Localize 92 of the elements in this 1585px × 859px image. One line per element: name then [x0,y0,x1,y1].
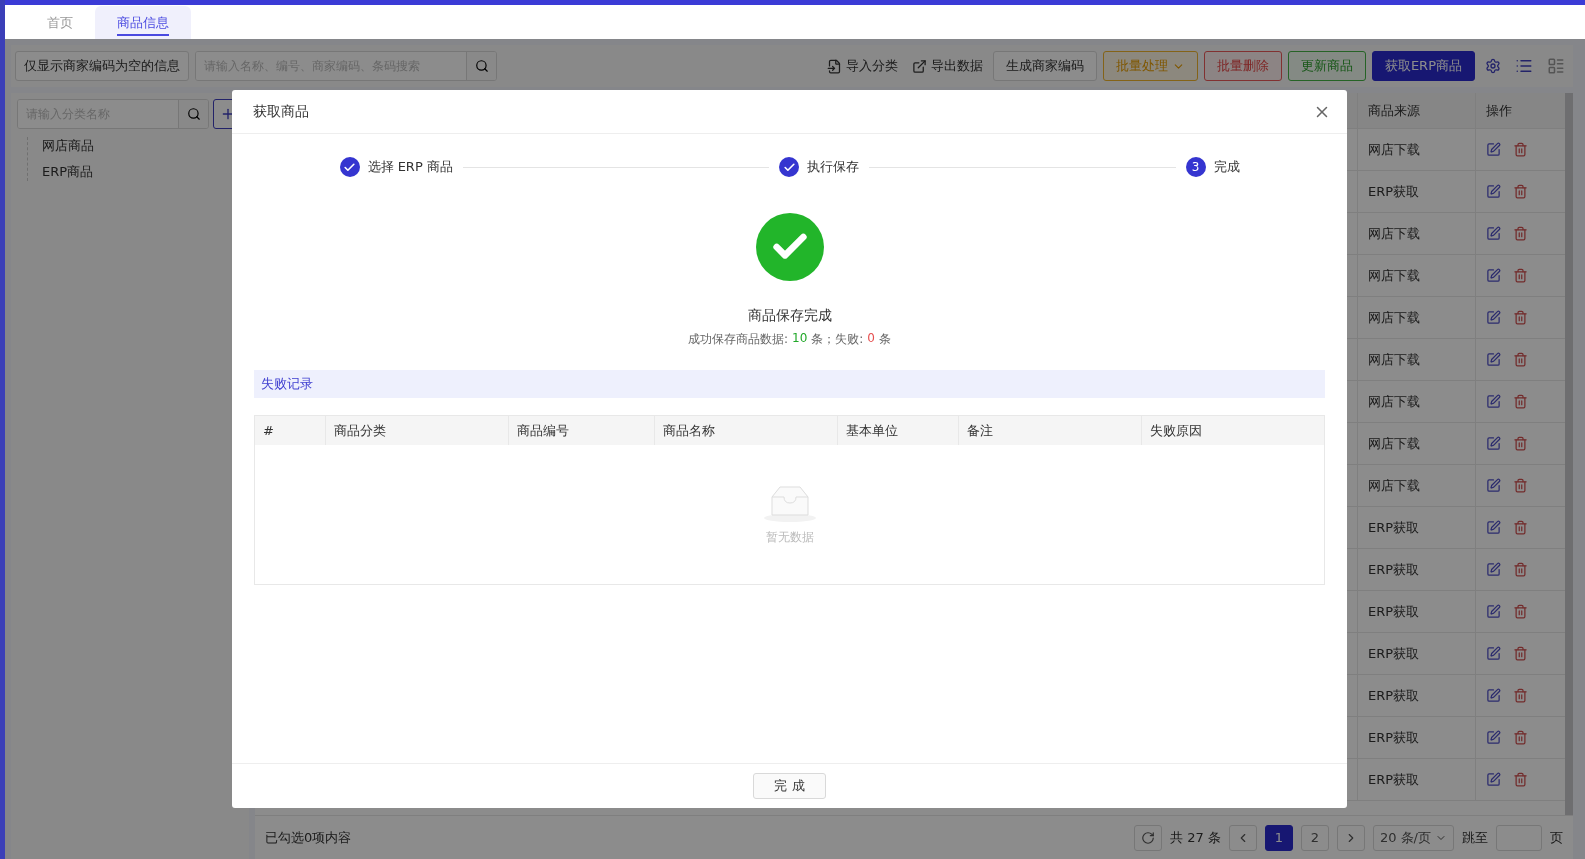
edit-icon[interactable] [1486,436,1501,451]
export-link[interactable]: 导出数据 [907,57,987,75]
step-number: 3 [1185,157,1206,177]
table-cell: 网店下载 [1357,339,1475,380]
trash-icon[interactable] [1513,562,1528,577]
table-cell: ERP获取 [1357,717,1475,758]
empty-inbox-icon [761,483,818,523]
refresh-icon [1141,830,1156,845]
tab[interactable]: 商品信息 [95,6,191,39]
table-cell: ERP获取 [1357,759,1475,800]
action-button[interactable]: 获取ERP商品 [1371,51,1475,81]
action-button[interactable]: 批量删除 [1203,51,1282,81]
step-label: 执行保存 [807,158,860,176]
search-button[interactable] [178,100,209,128]
total-count: 共 27 条 [1170,828,1221,847]
trash-icon[interactable] [1513,436,1528,451]
table-cell: ERP获取 [1357,633,1475,674]
trash-icon[interactable] [1513,646,1528,661]
column-header: 商品分类 [326,416,509,445]
edit-icon[interactable] [1486,268,1501,283]
edit-icon[interactable] [1486,226,1501,241]
filter-button[interactable]: 仅显示商家编码为空的信息 [15,51,189,81]
table-cell: 网店下载 [1357,255,1475,296]
jump-label: 跳至 [1462,828,1488,847]
trash-icon[interactable] [1513,772,1528,787]
export-icon [911,58,927,74]
refresh-button[interactable] [1134,824,1163,851]
trash-icon[interactable] [1513,394,1528,409]
table-cell: ERP获取 [1357,507,1475,548]
trash-icon[interactable] [1513,184,1528,199]
page-button[interactable]: 1 [1264,824,1293,851]
edit-icon[interactable] [1486,394,1501,409]
edit-icon[interactable] [1486,478,1501,493]
trash-icon[interactable] [1513,268,1528,283]
table-cell: ERP获取 [1357,675,1475,716]
edit-icon[interactable] [1486,688,1501,703]
scrollbar[interactable] [1565,93,1573,815]
trash-icon[interactable] [1513,310,1528,325]
column-header: 商品名称 [655,416,838,445]
step-label: 选择 ERP 商品 [367,158,453,176]
action-button[interactable]: 更新商品 [1287,51,1366,81]
edit-icon[interactable] [1486,772,1501,787]
trash-icon[interactable] [1513,142,1528,157]
table-cell: 网店下载 [1357,465,1475,506]
trash-icon[interactable] [1513,226,1528,241]
table-cell: 网店下载 [1357,129,1475,170]
edit-icon[interactable] [1486,604,1501,619]
result-title: 商品保存完成 [747,307,832,325]
column-header: 备注 [959,416,1142,445]
selection-count: 已勾选0项内容 [265,828,352,847]
column-header: 商品来源 [1357,93,1475,128]
table-cell: ERP获取 [1357,171,1475,212]
column-header: # [255,416,326,445]
trash-icon[interactable] [1513,688,1528,703]
empty-text: 暂无数据 [765,529,814,546]
table-cell: 网店下载 [1357,297,1475,338]
edit-icon[interactable] [1486,730,1501,745]
dialog-title: 获取商品 [253,102,309,121]
trash-icon[interactable] [1513,478,1528,493]
search-button[interactable] [466,52,496,80]
trash-icon[interactable] [1513,604,1528,619]
column-header: 商品编号 [509,416,655,445]
edit-icon[interactable] [1486,310,1501,325]
page-unit: 页 [1550,828,1563,847]
table-cell: 网店下载 [1357,423,1475,464]
import-icon [826,58,842,74]
action-button[interactable]: 生成商家编码 [992,51,1097,81]
trash-icon[interactable] [1513,352,1528,367]
tab[interactable]: 首页 [25,6,95,39]
column-header: 基本单位 [838,416,959,445]
step-label: 完成 [1213,158,1240,176]
edit-icon[interactable] [1486,562,1501,577]
table-cell: 网店下载 [1357,381,1475,422]
trash-icon[interactable] [1513,520,1528,535]
edit-icon[interactable] [1486,520,1501,535]
column-header: 失败原因 [1149,421,1203,440]
edit-icon[interactable] [1486,352,1501,367]
page-button[interactable]: 2 [1300,824,1329,851]
edit-icon[interactable] [1486,142,1501,157]
table-cell: ERP获取 [1357,549,1475,590]
edit-icon[interactable] [1486,646,1501,661]
finish-button[interactable]: 完 成 [753,773,826,799]
search-icon [186,107,201,121]
table-cell: 网店下载 [1357,213,1475,254]
table-cell: ERP获取 [1357,591,1475,632]
edit-icon[interactable] [1486,184,1501,199]
section-title: 失败记录 [254,370,1325,398]
trash-icon[interactable] [1513,730,1528,745]
search-icon [474,59,489,73]
result-summary: 成功保存商品数据: 10 条；失败: 0 条 [688,331,891,348]
import-link[interactable]: 导入分类 [822,57,902,75]
page-size-select[interactable]: 20 条/页 [1372,824,1454,851]
